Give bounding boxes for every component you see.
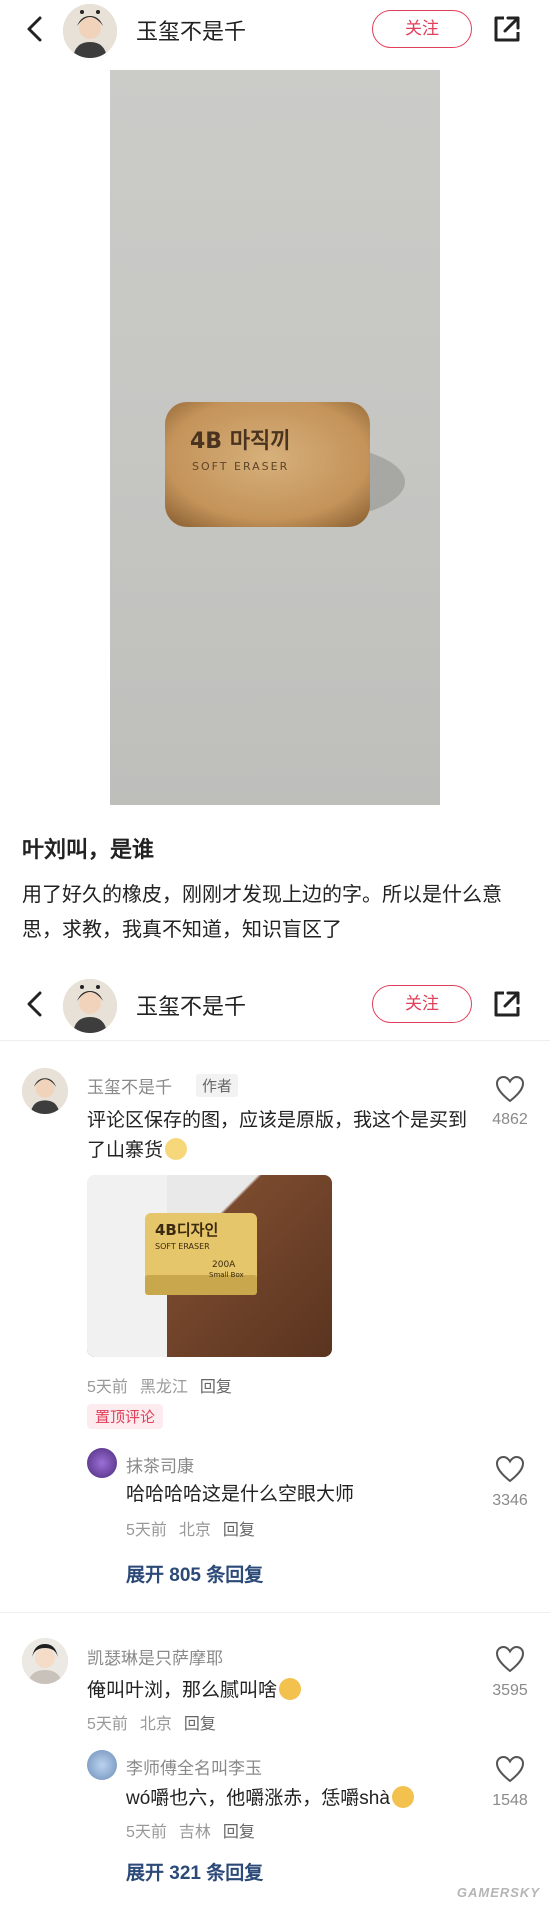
image-sub-text: SOFT ERASER [155, 1242, 210, 1251]
like-count: 1548 [492, 1792, 528, 1809]
sticky-top-bar: 玉玺不是千 关注 [0, 975, 550, 1035]
author-name[interactable]: 玉玺不是千 [136, 989, 246, 1021]
like-heart-icon[interactable] [495, 1455, 525, 1483]
eraser-brand-text: 4B 마직끼 [190, 429, 290, 454]
author-name[interactable]: 玉玺不是千 [136, 14, 246, 46]
comment-username[interactable]: 凯瑟琳是只萨摩耶 [87, 1644, 223, 1669]
back-arrow-icon[interactable] [22, 14, 50, 44]
divider [0, 1612, 550, 1613]
reply-avatar[interactable] [87, 1448, 117, 1478]
reply-username[interactable]: 李师傅全名叫李玉 [126, 1754, 262, 1779]
pinned-badge: 置顶评论 [87, 1404, 164, 1429]
post-body: 用了好久的橡皮，刚刚才发现上边的字。所以是什么意思，求教，我真不知道，知识盲区了 [22, 884, 502, 941]
smirk-emoji-icon [279, 1678, 302, 1700]
follow-button[interactable]: 关注 [372, 10, 472, 48]
reply-meta: 5天前 吉林 回复 [126, 1824, 255, 1841]
reply-meta: 5天前 北京 回复 [126, 1522, 255, 1539]
comment-meta: 5天前 黑龙江 回复 [87, 1379, 232, 1396]
author-badge: 作者 [196, 1074, 239, 1097]
crying-emoji-icon [165, 1138, 188, 1160]
comment-text: 评论区保存的图，应该是原版，我这个是买到了山寨货 [87, 1110, 468, 1161]
reply-text: 哈哈哈哈这是什么空眼大师 [126, 1484, 355, 1505]
like-count: 4862 [492, 1111, 528, 1128]
like-heart-icon[interactable] [495, 1755, 525, 1783]
reply-link[interactable]: 回复 [223, 1824, 255, 1841]
follow-button[interactable]: 关注 [372, 985, 472, 1023]
watermark: GAMERSKY [456, 1885, 540, 1900]
author-avatar[interactable] [63, 4, 117, 58]
post-title: 叶刘叫，是谁 [22, 837, 155, 862]
image-note-text: Small Box [209, 1271, 244, 1279]
image-model-text: 200A [212, 1260, 236, 1270]
top-bar: 玉玺不是千 关注 [0, 0, 550, 60]
back-arrow-icon[interactable] [22, 989, 50, 1019]
reply-avatar[interactable] [87, 1750, 117, 1780]
share-icon[interactable] [490, 12, 524, 46]
comment-text: 俺叫叶浏，那么腻叫啥 [87, 1676, 302, 1706]
reply-link[interactable]: 回复 [184, 1716, 216, 1733]
smirk-emoji-icon [391, 1786, 414, 1808]
like-count: 3346 [492, 1492, 528, 1509]
like-heart-icon[interactable] [495, 1645, 525, 1673]
reply-link[interactable]: 回复 [200, 1379, 232, 1396]
expand-replies-button[interactable]: 展开 321 条回复 [126, 1858, 263, 1885]
comment-avatar[interactable] [22, 1638, 68, 1684]
like-count: 3595 [492, 1682, 528, 1699]
share-icon[interactable] [490, 987, 524, 1021]
reply-link[interactable]: 回复 [223, 1522, 255, 1539]
like-heart-icon[interactable] [495, 1075, 525, 1103]
comment-image[interactable]: 4B디자인 SOFT ERASER 200A Small Box [87, 1175, 332, 1357]
image-brand-text: 4B디자인 [155, 1221, 218, 1239]
reply-username[interactable]: 抹茶司康 [126, 1452, 194, 1477]
divider [0, 1040, 550, 1041]
comment-meta: 5天前 北京 回复 [87, 1716, 216, 1733]
comment-username[interactable]: 玉玺不是千 [87, 1073, 172, 1098]
post-photo[interactable]: 4B 마직끼 SOFT ERASER [110, 70, 440, 805]
author-avatar[interactable] [63, 979, 117, 1033]
comment-avatar[interactable] [22, 1068, 68, 1114]
eraser-sub-text: SOFT ERASER [192, 460, 289, 473]
reply-text: wó嚼也六，他嚼涨赤，恁嚼shà [126, 1784, 414, 1814]
expand-replies-button[interactable]: 展开 805 条回复 [126, 1560, 263, 1587]
